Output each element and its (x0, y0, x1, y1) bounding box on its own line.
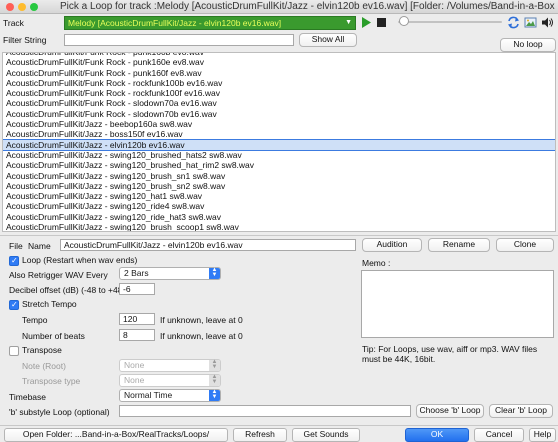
up-down-arrows-icon: ▲ ▼ (209, 359, 220, 371)
help-button[interactable]: Help (529, 428, 556, 442)
zoom-window-icon[interactable] (30, 3, 38, 11)
up-down-arrows-icon: ▲ ▼ (209, 374, 220, 386)
name-input[interactable] (60, 239, 356, 251)
list-item[interactable]: AcousticDrumFullKit/Funk Rock - rockfunk… (3, 88, 555, 98)
timebase-select[interactable]: Normal Time ▲ ▼ (119, 389, 221, 402)
decibel-label: Decibel offset (dB) (-48 to +48) (9, 285, 126, 295)
list-item[interactable]: AcousticDrumFullKit/Funk Rock - punk160f… (3, 68, 555, 78)
list-item[interactable]: AcousticDrumFullKit/Jazz - swing120_brus… (3, 222, 555, 231)
list-item-selected[interactable]: AcousticDrumFullKit/Jazz - elvin120b ev1… (3, 138, 555, 151)
list-item[interactable]: AcousticDrumFullKit/Jazz - swing120_brus… (3, 160, 555, 170)
list-item[interactable]: AcousticDrumFullKit/Jazz - boss150f ev16… (3, 129, 555, 139)
close-window-icon[interactable] (6, 3, 14, 11)
rename-button[interactable]: Rename (428, 238, 490, 252)
beats-input[interactable] (119, 329, 155, 341)
volume-slider-thumb[interactable] (399, 16, 409, 26)
list-item[interactable]: AcousticDrumFullKit/Jazz - swing120_brus… (3, 181, 555, 191)
tempo-hint: If unknown, leave at 0 (160, 315, 243, 325)
up-down-arrows-icon: ▲ ▼ (209, 267, 220, 279)
transpose-type-label: Transpose type (22, 376, 81, 386)
track-selector-value: Melody [AcousticDrumFullKit/Jazz - elvin… (68, 18, 282, 28)
note-root-select[interactable]: None ▲ ▼ (119, 359, 221, 372)
no-loop-button[interactable]: No loop (500, 38, 556, 52)
beats-label: Number of beats (22, 331, 85, 341)
audition-button[interactable]: Audition (362, 238, 422, 252)
divider (0, 235, 558, 236)
cancel-button[interactable]: Cancel (474, 428, 524, 442)
list-item[interactable]: AcousticDrumFullKit/Jazz - beebop160a sw… (3, 119, 555, 129)
note-root-select-value: None (124, 360, 145, 370)
clear-b-loop-button[interactable]: Clear 'b' Loop (489, 404, 553, 418)
image-icon[interactable] (524, 16, 537, 29)
list-item[interactable]: AcousticDrumFullKit/Jazz - swing120_ride… (3, 212, 555, 222)
filter-label: Filter String (3, 35, 47, 45)
stretch-tempo-checkbox[interactable] (9, 300, 19, 310)
loop-checkbox[interactable] (9, 256, 19, 266)
up-down-arrows-icon: ▲ ▼ (209, 389, 220, 401)
decibel-input[interactable] (119, 283, 155, 295)
window-title: Pick a Loop for track :Melody [AcousticD… (60, 1, 556, 12)
list-item[interactable]: AcousticDrumFullKit/Jazz - swing120_hat1… (3, 191, 555, 201)
clone-button[interactable]: Clone (496, 238, 554, 252)
chevron-down-icon: ▼ (345, 19, 352, 26)
list-item[interactable]: AcousticDrumFullKit/Jazz - swing120_ride… (3, 201, 555, 211)
open-folder-button[interactable]: Open Folder: ...Band-in-a-Box/RealTracks… (4, 428, 228, 442)
list-item[interactable]: AcousticDrumFullKit/Funk Rock - rockfunk… (3, 78, 555, 88)
list-item[interactable]: AcousticDrumFullKit/Funk Rock - slodown7… (3, 98, 555, 108)
list-item[interactable]: AcousticDrumFullKit/Jazz - swing120_brus… (3, 150, 555, 160)
transpose-checkbox[interactable] (9, 346, 19, 356)
file-label: File (9, 241, 23, 251)
stop-icon[interactable] (376, 17, 387, 28)
list-item[interactable]: AcousticDrumFullKit/Funk Rock - punk160e… (3, 57, 555, 67)
tempo-input[interactable] (119, 313, 155, 325)
play-icon[interactable] (360, 16, 372, 29)
beats-hint: If unknown, leave at 0 (160, 331, 243, 341)
minimize-window-icon[interactable] (18, 3, 26, 11)
speaker-icon[interactable] (541, 16, 554, 29)
ok-button[interactable]: OK (405, 428, 469, 442)
loop-list[interactable]: AcousticDrumFullKit/Funk Rock - punk160b… (2, 52, 556, 232)
timebase-select-value: Normal Time (124, 390, 173, 400)
transpose-type-select[interactable]: None ▲ ▼ (119, 374, 221, 387)
get-sounds-button[interactable]: Get Sounds (292, 428, 360, 442)
loop-checkbox-label: Loop (Restart when wav ends) (22, 255, 138, 265)
refresh-button[interactable]: Refresh (233, 428, 287, 442)
memo-label: Memo : (362, 258, 391, 268)
transpose-type-select-value: None (124, 375, 145, 385)
footer-divider (0, 425, 558, 426)
retrigger-label: Also Retrigger WAV Every (9, 270, 108, 280)
b-loop-label: 'b' substyle Loop (optional) (9, 407, 110, 417)
transpose-label: Transpose (22, 345, 62, 355)
timebase-label: Timebase (9, 392, 47, 402)
stretch-tempo-label: Stretch Tempo (22, 299, 77, 309)
tempo-label: Tempo (22, 315, 48, 325)
list-item[interactable]: AcousticDrumFullKit/Jazz - swing120_brus… (3, 171, 555, 181)
list-item[interactable]: AcousticDrumFullKit/Funk Rock - slodown7… (3, 109, 555, 119)
volume-slider[interactable] (398, 16, 502, 26)
track-selector[interactable]: Melody [AcousticDrumFullKit/Jazz - elvin… (64, 16, 356, 30)
memo-textarea[interactable] (361, 270, 554, 338)
b-loop-input[interactable] (119, 405, 411, 417)
choose-b-loop-button[interactable]: Choose 'b' Loop (416, 404, 484, 418)
track-label: Track (3, 18, 24, 28)
name-label: Name (28, 241, 51, 251)
retrigger-select-value: 2 Bars (124, 268, 149, 278)
retrigger-select[interactable]: 2 Bars ▲ ▼ (119, 267, 221, 280)
show-all-button[interactable]: Show All (299, 33, 357, 47)
memo-tip: Tip: For Loops, use wav, aiff or mp3. WA… (362, 344, 538, 364)
filter-input[interactable] (64, 34, 294, 46)
note-root-label: Note (Root) (22, 361, 66, 371)
title-bar: Pick a Loop for track :Melody [AcousticD… (0, 0, 558, 14)
loop-arrows-icon[interactable] (507, 16, 520, 29)
